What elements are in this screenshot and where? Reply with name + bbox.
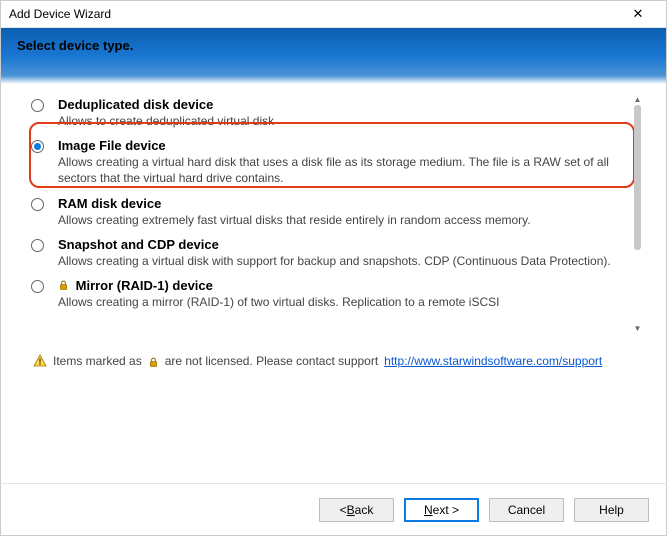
radio-icon[interactable] — [31, 239, 44, 252]
radio-icon[interactable] — [31, 99, 44, 112]
license-notice: Items marked as are not licensed. Please… — [19, 354, 648, 368]
banner-title: Select device type. — [17, 38, 650, 53]
option-desc: Allows to create deduplicated virtual di… — [58, 113, 620, 129]
support-link[interactable]: http://www.starwindsoftware.com/support — [384, 354, 602, 368]
option-desc: Allows creating extremely fast virtual d… — [58, 212, 620, 228]
option-title: Mirror (RAID-1) device — [58, 278, 620, 293]
notice-suffix: are not licensed. Please contact support — [165, 354, 378, 368]
option-body: Mirror (RAID-1) device Allows creating a… — [58, 278, 620, 310]
wizard-content: Deduplicated disk device Allows to creat… — [1, 84, 666, 368]
next-rest: ext > — [433, 503, 459, 517]
radio-icon[interactable] — [31, 140, 44, 153]
scroll-thumb[interactable] — [634, 105, 641, 250]
close-icon: ✕ — [633, 6, 644, 22]
notice-prefix: Items marked as — [53, 354, 142, 368]
titlebar: Add Device Wizard ✕ — [1, 1, 666, 28]
option-mirror-raid1[interactable]: Mirror (RAID-1) device Allows creating a… — [19, 275, 620, 316]
warning-icon — [33, 354, 47, 368]
option-ram-disk[interactable]: RAM disk device Allows creating extremel… — [19, 193, 620, 234]
option-title: Deduplicated disk device — [58, 97, 620, 112]
option-image-file[interactable]: Image File device Allows creating a virt… — [19, 135, 620, 192]
scroll-track[interactable] — [632, 105, 643, 323]
option-snapshot-cdp[interactable]: Snapshot and CDP device Allows creating … — [19, 234, 620, 275]
option-deduplicated[interactable]: Deduplicated disk device Allows to creat… — [19, 94, 620, 135]
radio-icon[interactable] — [31, 280, 44, 293]
lock-icon — [148, 357, 159, 368]
window-title: Add Device Wizard — [9, 7, 618, 21]
option-title-text: Mirror (RAID-1) device — [76, 278, 213, 293]
option-body: RAM disk device Allows creating extremel… — [58, 196, 620, 228]
scroll-down-icon[interactable]: ▼ — [632, 323, 643, 334]
option-desc: Allows creating a virtual disk with supp… — [58, 253, 620, 269]
lock-icon — [58, 280, 69, 291]
option-title: RAM disk device — [58, 196, 620, 211]
option-body: Deduplicated disk device Allows to creat… — [58, 97, 620, 129]
next-button[interactable]: Next > — [404, 498, 479, 522]
scrollbar[interactable]: ▲ ▼ — [632, 94, 643, 334]
option-desc: Allows creating a virtual hard disk that… — [58, 154, 620, 186]
back-button[interactable]: < Back — [319, 498, 394, 522]
option-title: Image File device — [58, 138, 620, 153]
radio-icon[interactable] — [31, 198, 44, 211]
option-body: Snapshot and CDP device Allows creating … — [58, 237, 620, 269]
scroll-up-icon[interactable]: ▲ — [632, 94, 643, 105]
wizard-buttons: < Back Next > Cancel Help — [0, 483, 667, 522]
cancel-button[interactable]: Cancel — [489, 498, 564, 522]
back-prefix: < — [340, 503, 347, 517]
help-button[interactable]: Help — [574, 498, 649, 522]
option-body: Image File device Allows creating a virt… — [58, 138, 620, 186]
close-button[interactable]: ✕ — [618, 1, 658, 27]
option-desc: Allows creating a mirror (RAID-1) of two… — [58, 294, 620, 310]
option-title: Snapshot and CDP device — [58, 237, 620, 252]
next-accel: N — [424, 503, 433, 517]
back-accel: B — [347, 503, 355, 517]
wizard-banner: Select device type. — [1, 28, 666, 84]
device-type-list: Deduplicated disk device Allows to creat… — [19, 94, 648, 334]
back-rest: ack — [355, 503, 374, 517]
